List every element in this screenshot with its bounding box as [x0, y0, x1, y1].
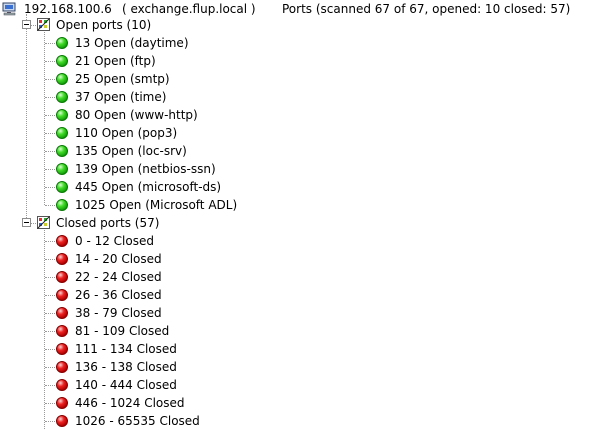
- green-status-dot-icon: [56, 163, 68, 175]
- green-status-dot-icon: [56, 37, 68, 49]
- open-port-label: 21 Open (ftp): [75, 54, 156, 68]
- tree-line: [45, 61, 55, 62]
- tree-line: [45, 349, 55, 350]
- red-status-dot-icon: [56, 253, 68, 265]
- closed-port-item[interactable]: 140 - 444 Closed: [0, 376, 590, 394]
- green-status-dot-icon: [56, 109, 68, 121]
- open-ports-label: Open ports (10): [56, 18, 152, 32]
- open-port-label: 37 Open (time): [75, 90, 167, 104]
- closed-port-label: 81 - 109 Closed: [75, 324, 170, 338]
- closed-port-label: 111 - 134 Closed: [75, 342, 177, 356]
- green-status-dot-icon: [56, 91, 68, 103]
- red-status-dot-icon: [56, 361, 68, 373]
- open-port-item[interactable]: 1025 Open (Microsoft ADL): [0, 196, 590, 214]
- tree-line: [45, 115, 55, 116]
- port-scan-tree: 192.168.100.6 ( exchange.flup.local ) Po…: [0, 0, 590, 429]
- green-status-dot-icon: [56, 181, 68, 193]
- red-status-dot-icon: [56, 307, 68, 319]
- green-status-dot-icon: [56, 145, 68, 157]
- closed-port-label: 22 - 24 Closed: [75, 270, 162, 284]
- tree-line: [45, 97, 55, 98]
- open-port-label: 110 Open (pop3): [75, 126, 178, 140]
- tree-line: [45, 169, 55, 170]
- open-port-item[interactable]: 135 Open (loc-srv): [0, 142, 590, 160]
- red-status-dot-icon: [56, 343, 68, 355]
- closed-port-label: 26 - 36 Closed: [75, 288, 162, 302]
- tree-line: [45, 43, 55, 44]
- open-port-label: 139 Open (netbios-ssn): [75, 162, 216, 176]
- tree-line: [45, 259, 55, 260]
- tree-line: [45, 79, 55, 80]
- open-port-label: 445 Open (microsoft-ds): [75, 180, 222, 194]
- open-port-label: 1025 Open (Microsoft ADL): [75, 198, 238, 212]
- tree-line: [45, 277, 55, 278]
- tree-line: [45, 385, 55, 386]
- computer-icon: [2, 2, 16, 16]
- closed-port-label: 1026 - 65535 Closed: [75, 414, 200, 428]
- closed-ports-group[interactable]: Closed ports (57): [0, 214, 590, 232]
- tree-line: [45, 187, 55, 188]
- open-port-label: 13 Open (daytime): [75, 36, 189, 50]
- closed-port-item[interactable]: 0 - 12 Closed: [0, 232, 590, 250]
- closed-port-label: 136 - 138 Closed: [75, 360, 177, 374]
- closed-port-label: 14 - 20 Closed: [75, 252, 162, 266]
- closed-port-item[interactable]: 81 - 109 Closed: [0, 322, 590, 340]
- tree-line: [45, 295, 55, 296]
- closed-port-item[interactable]: 26 - 36 Closed: [0, 286, 590, 304]
- red-status-dot-icon: [56, 415, 68, 427]
- tree-line: [45, 367, 55, 368]
- tree-line: [45, 241, 55, 242]
- closed-port-label: 0 - 12 Closed: [75, 234, 154, 248]
- open-port-label: 80 Open (www-http): [75, 108, 198, 122]
- closed-port-item[interactable]: 14 - 20 Closed: [0, 250, 590, 268]
- tree-line: [45, 151, 55, 152]
- open-port-label: 135 Open (loc-srv): [75, 144, 187, 158]
- open-port-item[interactable]: 139 Open (netbios-ssn): [0, 160, 590, 178]
- open-port-item[interactable]: 37 Open (time): [0, 88, 590, 106]
- closed-ports-label: Closed ports (57): [56, 216, 160, 230]
- closed-port-item[interactable]: 111 - 134 Closed: [0, 340, 590, 358]
- green-status-dot-icon: [56, 127, 68, 139]
- tree-line: [45, 313, 55, 314]
- red-status-dot-icon: [56, 379, 68, 391]
- red-status-dot-icon: [56, 397, 68, 409]
- open-port-item[interactable]: 80 Open (www-http): [0, 106, 590, 124]
- closed-port-item[interactable]: 136 - 138 Closed: [0, 358, 590, 376]
- tree-line: [45, 421, 55, 422]
- ports-folder-icon: [37, 18, 50, 31]
- open-port-item[interactable]: 445 Open (microsoft-ds): [0, 178, 590, 196]
- red-status-dot-icon: [56, 289, 68, 301]
- closed-port-item[interactable]: 446 - 1024 Closed: [0, 394, 590, 412]
- red-status-dot-icon: [56, 271, 68, 283]
- tree-line: [45, 403, 55, 404]
- green-status-dot-icon: [56, 55, 68, 67]
- closed-port-item[interactable]: 22 - 24 Closed: [0, 268, 590, 286]
- closed-port-label: 140 - 444 Closed: [75, 378, 177, 392]
- green-status-dot-icon: [56, 199, 68, 211]
- red-status-dot-icon: [56, 235, 68, 247]
- collapse-toggle-closed[interactable]: [22, 218, 31, 227]
- tree-line: [45, 205, 55, 206]
- open-port-item[interactable]: 21 Open (ftp): [0, 52, 590, 70]
- open-port-label: 25 Open (smtp): [75, 72, 170, 86]
- closed-port-item[interactable]: 38 - 79 Closed: [0, 304, 590, 322]
- green-status-dot-icon: [56, 73, 68, 85]
- collapse-toggle-open[interactable]: [22, 20, 31, 29]
- open-port-item[interactable]: 110 Open (pop3): [0, 124, 590, 142]
- ports-folder-icon: [37, 216, 50, 229]
- red-status-dot-icon: [56, 325, 68, 337]
- tree-line: [45, 331, 55, 332]
- closed-port-item[interactable]: 1026 - 65535 Closed: [0, 412, 590, 430]
- open-port-item[interactable]: 25 Open (smtp): [0, 70, 590, 88]
- open-ports-group[interactable]: Open ports (10): [0, 16, 590, 34]
- tree-line: [45, 133, 55, 134]
- open-port-item[interactable]: 13 Open (daytime): [0, 34, 590, 52]
- closed-port-label: 38 - 79 Closed: [75, 306, 162, 320]
- closed-port-label: 446 - 1024 Closed: [75, 396, 185, 410]
